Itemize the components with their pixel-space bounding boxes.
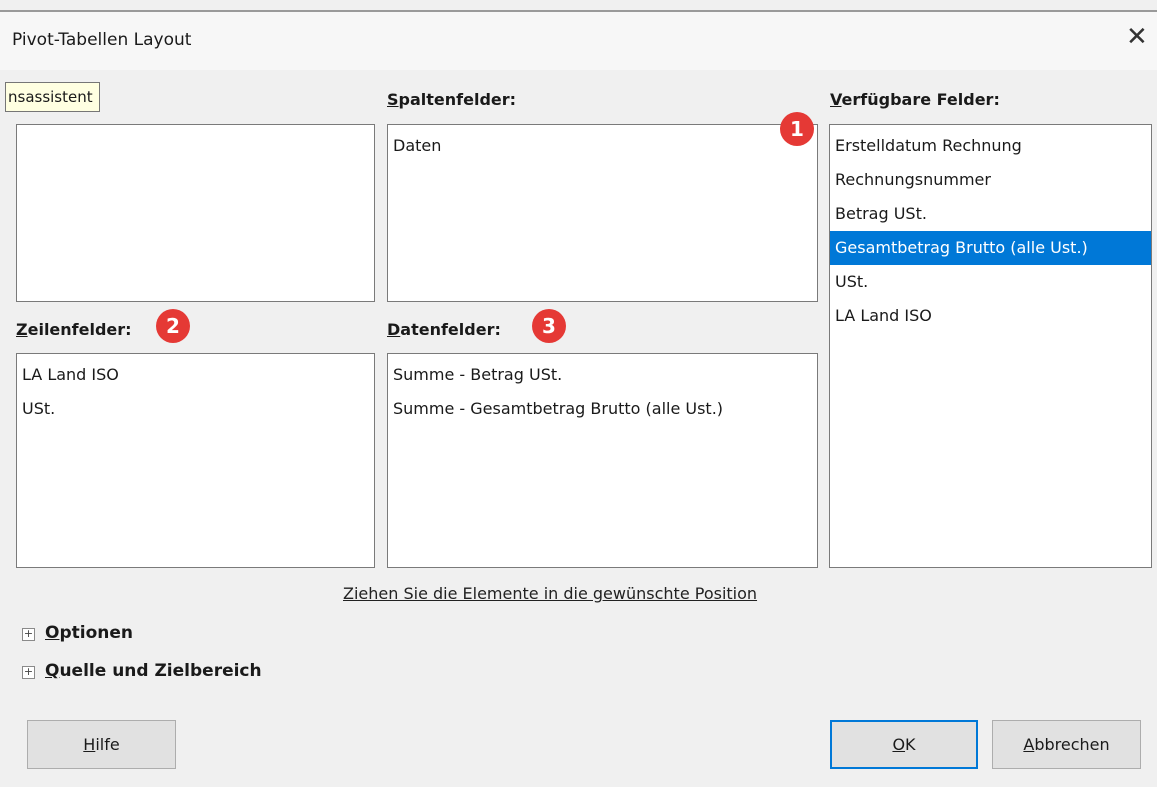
data-fields-list[interactable]: Summe - Betrag USt. Summe - Gesamtbetrag… bbox=[387, 353, 818, 568]
list-item[interactable]: Summe - Gesamtbetrag Brutto (alle Ust.) bbox=[388, 392, 817, 426]
expand-plus-icon[interactable]: + bbox=[22, 666, 35, 679]
source-target-expander[interactable]: + Quelle und Zielbereich bbox=[22, 661, 262, 681]
list-item[interactable]: Summe - Betrag USt. bbox=[388, 358, 817, 392]
annotation-badge-1: 1 bbox=[780, 112, 814, 146]
list-item[interactable]: Betrag USt. bbox=[830, 197, 1151, 231]
pivot-layout-dialog: Pivot-Tabellen Layout ✕ nsassistent Spal… bbox=[0, 0, 1157, 787]
annotation-badge-2: 2 bbox=[156, 309, 190, 343]
expand-plus-icon[interactable]: + bbox=[22, 628, 35, 641]
row-fields-label: Zeilenfelder: bbox=[16, 320, 132, 339]
data-fields-label: Datenfelder: bbox=[387, 320, 501, 339]
annotation-badge-3: 3 bbox=[532, 309, 566, 343]
column-fields-label: Spaltenfelder: bbox=[387, 90, 517, 109]
available-fields-label: Verfügbare Felder: bbox=[830, 90, 1000, 109]
page-fields-list[interactable] bbox=[16, 124, 375, 302]
list-item[interactable]: USt. bbox=[17, 392, 374, 426]
ok-button[interactable]: OK bbox=[830, 720, 978, 769]
cancel-button[interactable]: Abbrechen bbox=[992, 720, 1141, 769]
list-item[interactable]: Rechnungsnummer bbox=[830, 163, 1151, 197]
close-icon[interactable]: ✕ bbox=[1126, 24, 1148, 50]
list-item-selected[interactable]: Gesamtbetrag Brutto (alle Ust.) bbox=[830, 231, 1151, 265]
tooltip: nsassistent bbox=[5, 82, 100, 112]
list-item[interactable]: LA Land ISO bbox=[830, 299, 1151, 333]
window-title: Pivot-Tabellen Layout bbox=[12, 30, 192, 50]
help-button[interactable]: Hilfe bbox=[27, 720, 176, 769]
list-item[interactable]: LA Land ISO bbox=[17, 358, 374, 392]
column-fields-list[interactable]: Daten bbox=[387, 124, 818, 302]
options-expander[interactable]: + Optionen bbox=[22, 623, 133, 643]
drag-hint: Ziehen Sie die Elemente in die gewünscht… bbox=[343, 584, 758, 603]
row-fields-list[interactable]: LA Land ISO USt. bbox=[16, 353, 375, 568]
list-item[interactable]: Daten bbox=[388, 129, 817, 163]
available-fields-list[interactable]: Erstelldatum Rechnung Rechnungsnummer Be… bbox=[829, 124, 1152, 568]
list-item[interactable]: USt. bbox=[830, 265, 1151, 299]
list-item[interactable]: Erstelldatum Rechnung bbox=[830, 129, 1151, 163]
